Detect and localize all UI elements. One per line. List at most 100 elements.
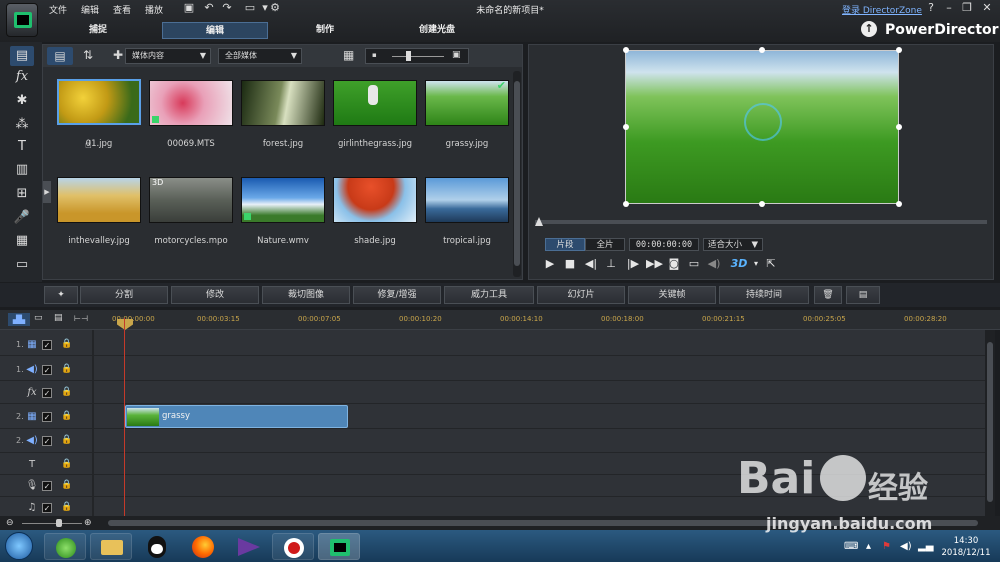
delete-icon[interactable]: 🗑 [814, 286, 842, 304]
undock-preview-icon[interactable]: ⇱ [764, 257, 778, 271]
show-hidden-icons-icon[interactable]: ▴ [866, 541, 871, 552]
preview-seek-bar[interactable] [535, 217, 987, 226]
snapshot-marker-icon[interactable]: ⊥ [604, 257, 618, 271]
task-qq-icon[interactable] [136, 533, 178, 560]
fit-timeline-icon[interactable]: ⊢⊣ [74, 314, 88, 323]
play-icon[interactable]: ▶ [543, 257, 557, 271]
import-media-icon[interactable]: ▤ [47, 47, 73, 65]
grid-view-icon[interactable]: ▦ [343, 48, 354, 62]
thumbnail-size-slider[interactable]: ▪ ▣ [365, 48, 469, 64]
media-thumbnail[interactable] [333, 80, 417, 126]
magic-tools-icon[interactable]: ✦ [44, 286, 78, 304]
track-enable-checkbox[interactable]: ✓ [42, 388, 52, 398]
track-enable-checkbox[interactable]: ✓ [42, 503, 52, 513]
power-tools-button[interactable]: 威力工具 [444, 286, 534, 304]
resize-handle[interactable] [759, 201, 765, 207]
resize-handle[interactable] [896, 47, 902, 53]
help-icon[interactable]: ? [924, 2, 938, 14]
fix-enhance-button[interactable]: 修复/增强 [353, 286, 441, 304]
effects-room-icon[interactable]: fx [10, 67, 34, 87]
chevron-down-icon[interactable]: ▾ [749, 257, 763, 271]
modify-button[interactable]: 修改 [171, 286, 259, 304]
zoom-in-icon[interactable]: ⊕ [84, 518, 92, 528]
three-d-toggle[interactable]: 3D [729, 257, 749, 271]
media-thumbnail[interactable] [241, 177, 325, 223]
undo-icon[interactable]: ↶ [203, 2, 215, 14]
tab-capture[interactable]: 捕捉 [58, 22, 138, 39]
restore-icon[interactable]: ❐ [960, 2, 974, 14]
movie-mode-button[interactable]: 全片 [585, 238, 625, 251]
timecode-display[interactable]: 00:00:00:00 [629, 238, 699, 251]
stop-icon[interactable]: ■ [563, 257, 577, 271]
voice-over-room-icon[interactable]: 🎤 [10, 208, 34, 228]
particle-room-icon[interactable]: ⁂ [10, 115, 34, 135]
media-thumbnail[interactable] [57, 177, 141, 223]
resize-handle[interactable] [896, 201, 902, 207]
resize-handle[interactable] [896, 124, 902, 130]
camera-icon[interactable]: ◙ [667, 257, 681, 271]
track-enable-checkbox[interactable]: ✓ [42, 365, 52, 375]
track-enable-checkbox[interactable]: ✓ [42, 412, 52, 422]
transition-room-icon[interactable]: ▥ [10, 160, 34, 180]
timeline-vertical-scrollbar[interactable] [985, 330, 995, 516]
lock-icon[interactable]: 🔒 [61, 387, 72, 397]
pip-room-icon[interactable]: ✱ [10, 91, 34, 111]
task-explorer-icon[interactable] [90, 533, 132, 560]
start-button-icon[interactable] [5, 532, 33, 560]
crop-image-button[interactable]: 裁切图像 [262, 286, 350, 304]
zoom-out-icon[interactable]: ⊖ [6, 518, 14, 528]
resize-handle[interactable] [623, 124, 629, 130]
settings-icon[interactable]: ⚙ [269, 2, 281, 14]
plugin-icon[interactable]: ✚ [113, 48, 123, 62]
volume-tray-icon[interactable]: ◀) [900, 541, 912, 552]
volume-icon[interactable]: ◀) [707, 257, 721, 271]
zoom-slider[interactable] [22, 523, 82, 524]
upgrade-arrow-icon[interactable]: ↑ [861, 21, 877, 37]
security-tray-icon[interactable]: ⚑ [882, 541, 891, 552]
next-frame-icon[interactable]: |▶ [626, 257, 640, 271]
library-scrollbar[interactable] [513, 71, 521, 277]
lock-icon[interactable]: 🔒 [61, 339, 72, 349]
resize-handle[interactable] [623, 201, 629, 207]
task-recorder-icon[interactable] [272, 533, 314, 560]
media-thumbnail[interactable] [241, 80, 325, 126]
lock-icon[interactable]: 🔒 [61, 480, 72, 490]
task-firefox-icon[interactable] [182, 533, 224, 560]
slideshow-button[interactable]: 幻灯片 [537, 286, 625, 304]
media-thumbnail[interactable]: ✔ [425, 79, 509, 126]
slider-handle[interactable] [406, 51, 411, 61]
fit-size-dropdown[interactable]: 适合大小 ▼ [703, 238, 763, 251]
timeline-view-icon[interactable]: ▟▙ [8, 313, 30, 326]
tab-produce[interactable]: 制作 [285, 22, 365, 39]
menu-file[interactable]: 文件 [49, 3, 67, 16]
media-thumbnail[interactable]: 3D [149, 177, 233, 223]
download-media-icon[interactable]: ⇅ [83, 48, 93, 62]
track-enable-checkbox[interactable]: ✓ [42, 436, 52, 446]
move-handle-icon[interactable] [744, 103, 782, 141]
dual-display-icon[interactable]: ▭ [687, 257, 701, 271]
keyboard-tray-icon[interactable]: ⌨ [844, 541, 858, 552]
close-icon[interactable]: ✕ [980, 2, 994, 14]
menu-edit[interactable]: 编辑 [81, 3, 99, 16]
task-media-icon[interactable] [228, 533, 270, 560]
subtitle-room-icon[interactable]: ▭ [10, 255, 34, 275]
track-enable-checkbox[interactable]: ✓ [42, 481, 52, 491]
more-functions-icon[interactable]: ▤ [846, 286, 880, 304]
zoom-slider-handle[interactable] [56, 519, 62, 527]
lock-icon[interactable]: 🔒 [61, 459, 72, 469]
media-thumbnail[interactable] [425, 177, 509, 223]
tab-create-disc[interactable]: 创建光盘 [392, 22, 482, 39]
menu-play[interactable]: 播放 [145, 3, 163, 16]
media-thumbnail[interactable] [333, 177, 417, 223]
timeline-clip[interactable] [125, 405, 348, 428]
task-powerdirector-icon[interactable] [318, 533, 360, 560]
minimize-icon[interactable]: – [942, 2, 956, 14]
scroll-thumb[interactable] [987, 342, 993, 502]
task-browser-icon[interactable] [44, 533, 86, 560]
fast-forward-icon[interactable]: ▶▶ [646, 257, 663, 271]
previous-frame-icon[interactable]: ◀| [584, 257, 598, 271]
storyboard-view-icon[interactable]: ▭ [34, 313, 43, 323]
duration-button[interactable]: 持续时间 [719, 286, 809, 304]
lock-icon[interactable]: 🔒 [61, 502, 72, 512]
resize-handle[interactable] [759, 47, 765, 53]
